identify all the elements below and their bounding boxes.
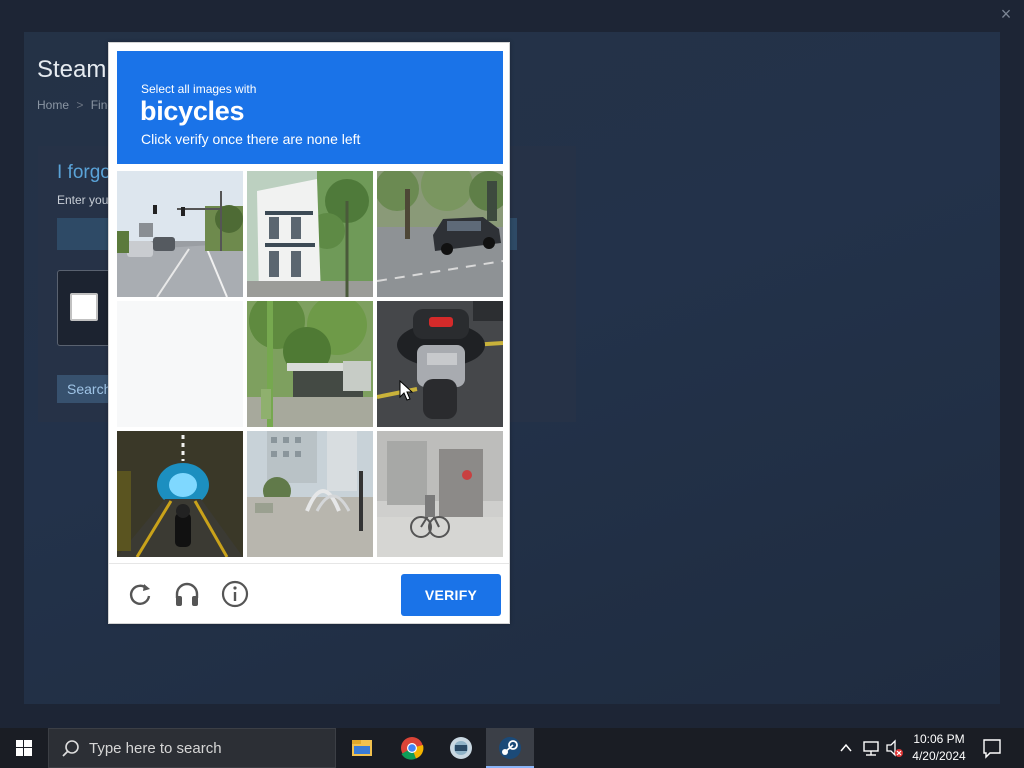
captcha-challenge: Select all images with bicycles Click ve… bbox=[108, 42, 510, 624]
tray-chevron-icon[interactable] bbox=[836, 728, 856, 768]
image-tile-5[interactable] bbox=[247, 301, 373, 427]
clock-date: 4/20/2024 bbox=[912, 749, 966, 763]
image-tile-6[interactable] bbox=[377, 301, 503, 427]
volume-muted-icon[interactable] bbox=[884, 728, 906, 768]
captcha-instruction: Select all images with bbox=[141, 82, 257, 96]
image-tile-3[interactable] bbox=[377, 171, 503, 297]
refresh-icon[interactable] bbox=[126, 580, 154, 608]
breadcrumb: Home > Find bbox=[37, 98, 114, 112]
image-tile-9[interactable] bbox=[377, 431, 503, 557]
captcha-header: Select all images with bicycles Click ve… bbox=[117, 51, 503, 164]
image-tile-2[interactable] bbox=[247, 171, 373, 297]
mouse-cursor-icon bbox=[399, 380, 413, 401]
captcha-checkbox[interactable] bbox=[70, 293, 98, 321]
headphones-icon[interactable] bbox=[173, 580, 201, 608]
captcha-subinstruction: Click verify once there are none left bbox=[141, 131, 361, 147]
taskbar: Type here to search 10:06 PM 4/20/2024 bbox=[0, 728, 1024, 768]
image-tile-4[interactable] bbox=[117, 301, 243, 427]
panel-subtext: Enter you bbox=[57, 193, 109, 207]
breadcrumb-separator: > bbox=[76, 98, 84, 112]
breadcrumb-home[interactable]: Home bbox=[37, 98, 69, 112]
info-icon[interactable] bbox=[221, 580, 249, 608]
image-tile-1[interactable] bbox=[117, 171, 243, 297]
chrome-icon[interactable] bbox=[388, 728, 436, 768]
taskbar-search-input[interactable]: Type here to search bbox=[48, 728, 336, 768]
image-tile-8[interactable] bbox=[247, 431, 373, 557]
app-icon[interactable] bbox=[437, 728, 485, 768]
network-icon[interactable] bbox=[860, 728, 882, 768]
notifications-icon[interactable] bbox=[980, 728, 1004, 768]
captcha-footer: VERIFY bbox=[109, 563, 509, 624]
panel-heading: I forgo bbox=[57, 162, 111, 183]
steam-icon[interactable] bbox=[486, 728, 534, 768]
captcha-keyword: bicycles bbox=[140, 96, 245, 126]
verify-button[interactable]: VERIFY bbox=[401, 574, 501, 616]
windows-start-icon[interactable] bbox=[0, 728, 48, 768]
clock-time: 10:06 PM bbox=[913, 732, 965, 746]
search-placeholder: Type here to search bbox=[89, 740, 222, 757]
search-icon bbox=[62, 740, 79, 757]
file-explorer-icon[interactable] bbox=[338, 728, 386, 768]
image-grid bbox=[117, 171, 503, 557]
page-title: Steam bbox=[37, 56, 107, 83]
image-tile-7[interactable] bbox=[117, 431, 243, 557]
close-icon[interactable]: × bbox=[996, 4, 1016, 24]
system-clock[interactable]: 10:06 PM 4/20/2024 bbox=[904, 731, 974, 765]
